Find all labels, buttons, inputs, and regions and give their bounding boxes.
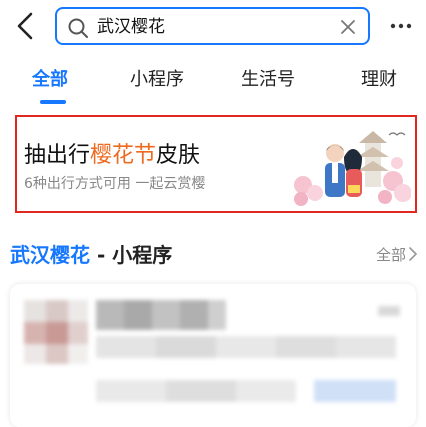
top-bar: 武汉樱花 (0, 0, 426, 54)
cherry-blossom-illustration (293, 123, 411, 207)
card-menu-icon[interactable] (378, 306, 400, 316)
more-icon (390, 23, 412, 29)
banner-title-highlight: 樱花节 (90, 143, 157, 168)
section-keyword: 武汉樱花 (10, 243, 90, 267)
chevron-right-icon (409, 247, 417, 261)
banner-title-prefix: 抽出行 (24, 143, 91, 168)
search-input[interactable]: 武汉樱花 (55, 7, 370, 45)
mini-program-description (96, 336, 396, 358)
section-title: 武汉樱花 - 小程序 (10, 240, 172, 270)
see-all-link[interactable]: 全部 (376, 244, 418, 266)
active-tab-indicator (40, 100, 66, 104)
mini-program-logo (24, 300, 88, 364)
search-icon (68, 18, 88, 38)
clear-icon[interactable] (340, 19, 356, 35)
back-icon (17, 12, 33, 40)
see-all-label: 全部 (375, 246, 406, 264)
banner-title-suffix: 皮肤 (156, 143, 201, 168)
tab-life-accounts[interactable]: 生活号 (241, 68, 295, 92)
tab-finance[interactable]: 理财 (361, 68, 397, 92)
mini-program-tags (96, 380, 396, 402)
search-query: 武汉樱花 (97, 17, 165, 37)
category-tabs: 全部 小程序 生活号 理财 (0, 54, 426, 108)
banner-subtitle: 6种出行方式可用 一起云赏樱 (24, 176, 206, 192)
promo-banner[interactable]: 抽出行樱花节皮肤 6种出行方式可用 一起云赏樱 (15, 115, 417, 213)
mini-program-result-card[interactable] (10, 284, 416, 427)
mini-program-title (96, 300, 226, 330)
more-button[interactable] (390, 14, 412, 38)
banner-title: 抽出行樱花节皮肤 (24, 143, 200, 169)
section-type: - 小程序 (90, 243, 173, 267)
tab-all[interactable]: 全部 (32, 68, 68, 92)
tab-mini-programs[interactable]: 小程序 (130, 68, 184, 92)
back-button[interactable] (12, 10, 40, 42)
